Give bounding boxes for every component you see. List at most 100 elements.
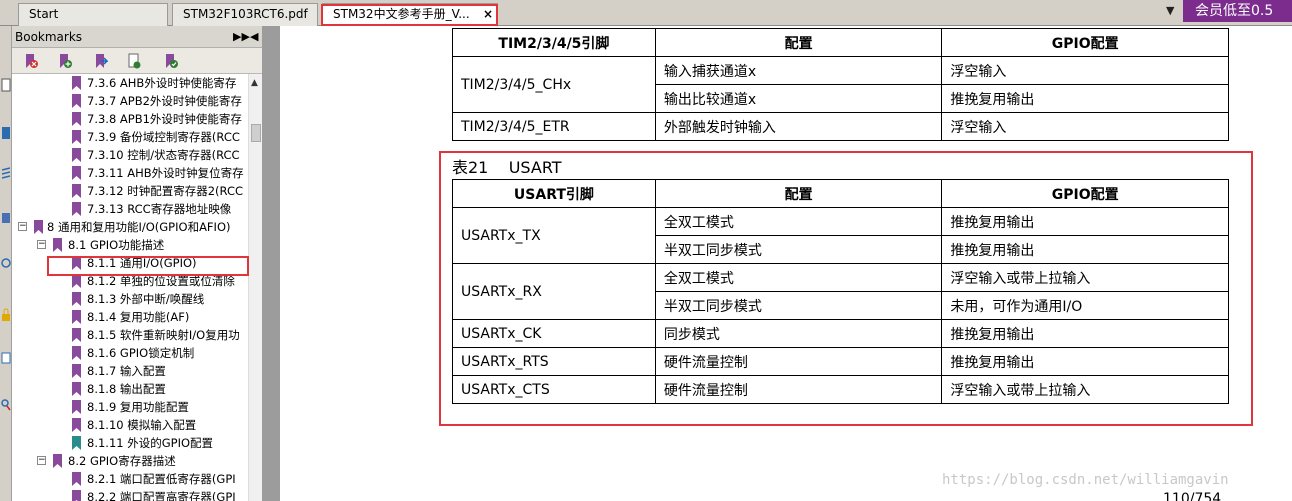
bookmark-icon xyxy=(72,292,81,306)
tim-config-cell: 输出比较通道x xyxy=(654,84,943,113)
bookmark-item[interactable]: 8.2.2 端口配置高寄存器(GPI xyxy=(12,488,248,501)
bookmark-item[interactable]: 7.3.6 AHB外设时钟使能寄存 xyxy=(12,74,248,92)
bookmark-item[interactable]: 8.1.6 GPIO锁定机制 xyxy=(12,344,248,362)
bookmark-item[interactable]: − 8 通用和复用功能I/O(GPIO和AFIO) xyxy=(12,218,248,236)
bookmark-icon xyxy=(72,310,81,324)
usart-gpio-cell: 浮空输入或带上拉输入 xyxy=(941,263,1229,292)
usart-pin-cell: USARTx_CTS xyxy=(452,375,656,404)
bookmark-label: 8.1.4 复用功能(AF) xyxy=(87,310,190,324)
tim-config-cell: 输入捕获通道x xyxy=(654,56,943,85)
delete-bookmark-icon[interactable] xyxy=(24,53,38,69)
usart-header-config: 配置 xyxy=(654,179,943,208)
attachment-icon[interactable] xyxy=(1,211,11,225)
bookmark-item[interactable]: 8.1.7 输入配置 xyxy=(12,362,248,380)
bookmark-icon xyxy=(72,184,81,198)
pane-options-icon[interactable]: ▶▶ xyxy=(233,26,250,48)
usart-config-cell: 全双工模式 xyxy=(654,207,943,236)
bookmark-item[interactable]: 8.1.4 复用功能(AF) xyxy=(12,308,248,326)
bookmark-panel-icon[interactable] xyxy=(1,126,11,140)
usart-row: USARTx_CK 同步模式 推挽复用输出 xyxy=(452,319,1229,348)
bookmark-item[interactable]: 8.2.1 端口配置低寄存器(GPI xyxy=(12,470,248,488)
bookmark-label: 8.1.9 复用功能配置 xyxy=(87,400,189,414)
link-icon[interactable] xyxy=(1,256,11,270)
new-document-icon[interactable] xyxy=(127,53,141,69)
bookmark-icon xyxy=(34,220,43,234)
usart-gpio-cell: 浮空输入或带上拉输入 xyxy=(941,375,1229,404)
bookmark-icon xyxy=(72,202,81,216)
bookmark-label: 7.3.7 APB2外设时钟使能寄存 xyxy=(87,94,242,108)
add-bookmark-icon[interactable] xyxy=(58,53,72,69)
bookmark-icon xyxy=(53,454,62,468)
collapse-pane-icon[interactable]: ◀ xyxy=(250,26,258,48)
pane-gutter xyxy=(262,26,280,501)
usart-pin-cell: USARTx_CK xyxy=(452,319,656,348)
layers-icon[interactable] xyxy=(1,166,11,180)
bookmark-item[interactable]: 8.1.11 外设的GPIO配置 xyxy=(12,434,248,452)
bookmark-icon xyxy=(72,112,81,126)
bookmark-label: 7.3.8 APB1外设时钟使能寄存 xyxy=(87,112,242,126)
bookmark-icon xyxy=(72,436,81,450)
bookmark-item[interactable]: 8.1.9 复用功能配置 xyxy=(12,398,248,416)
bookmark-label: 8.1 GPIO功能描述 xyxy=(68,238,165,252)
usart-row: USARTx_TX 全双工模式 推挽复用输出 xyxy=(452,207,1229,264)
bookmark-label: 8.2.1 端口配置低寄存器(GPI xyxy=(87,472,236,486)
usart-config-cell: 半双工同步模式 xyxy=(654,291,943,320)
bookmark-label: 8.1.8 输出配置 xyxy=(87,382,166,396)
bookmark-icon xyxy=(72,346,81,360)
bookmark-label: 7.3.13 RCC寄存器地址映像 xyxy=(87,202,232,216)
comments-icon[interactable] xyxy=(1,351,11,365)
bookmark-item[interactable]: 7.3.7 APB2外设时钟使能寄存 xyxy=(12,92,248,110)
tab-list-dropdown-icon[interactable]: ▼ xyxy=(1166,4,1174,17)
bookmark-icon xyxy=(72,400,81,414)
add-child-bookmark-icon[interactable] xyxy=(94,53,108,69)
collapse-toggle-icon[interactable]: − xyxy=(37,456,46,465)
bookmark-item[interactable]: − 8.2 GPIO寄存器描述 xyxy=(12,452,248,470)
lock-icon[interactable] xyxy=(1,308,11,322)
bookmark-icon xyxy=(72,274,81,288)
usart-config-cell: 半双工同步模式 xyxy=(654,235,943,264)
bookmark-label: 8.1.6 GPIO锁定机制 xyxy=(87,346,195,360)
bookmark-highlight-box xyxy=(47,256,249,276)
page-icon[interactable] xyxy=(1,78,11,92)
scroll-up-icon[interactable]: ▲ xyxy=(251,78,258,88)
bookmark-icon xyxy=(72,364,81,378)
bookmark-item[interactable]: 8.1.10 模拟输入配置 xyxy=(12,416,248,434)
bookmark-item[interactable]: 7.3.8 APB1外设时钟使能寄存 xyxy=(12,110,248,128)
usart-config-cell: 硬件流量控制 xyxy=(654,375,943,404)
scroll-thumb[interactable] xyxy=(251,124,261,142)
bookmark-icon xyxy=(72,94,81,108)
collapse-toggle-icon[interactable]: − xyxy=(18,222,27,231)
document-view: TIM2/3/4/5引脚 配置 GPIO配置 TIM2/3/4/5_CHx 输入捕… xyxy=(280,26,1292,501)
bookmark-icon xyxy=(72,472,81,486)
promo-banner[interactable]: 会员低至0.5 xyxy=(1183,0,1292,22)
usart-gpio-cell: 推挽复用输出 xyxy=(941,319,1229,348)
usart-config-cell: 硬件流量控制 xyxy=(654,347,943,376)
watermark: https://blog.csdn.net/williamgavin xyxy=(942,472,1229,488)
bookmark-item[interactable]: 7.3.13 RCC寄存器地址映像 xyxy=(12,200,248,218)
bookmark-icon xyxy=(72,418,81,432)
bookmark-icon xyxy=(53,238,62,252)
tim-header-pin: TIM2/3/4/5引脚 xyxy=(452,28,656,57)
bookmark-label: 7.3.11 AHB外设时钟复位寄存 xyxy=(87,166,244,180)
tim-header-gpio: GPIO配置 xyxy=(941,28,1229,57)
check-bookmark-icon[interactable] xyxy=(164,53,178,69)
bookmark-icon xyxy=(72,130,81,144)
bookmark-item[interactable]: − 8.1 GPIO功能描述 xyxy=(12,236,248,254)
usart-pin-cell: USARTx_TX xyxy=(452,207,656,264)
bookmark-item[interactable]: 7.3.11 AHB外设时钟复位寄存 xyxy=(12,164,248,182)
bookmark-label: 8.1.7 输入配置 xyxy=(87,364,166,378)
bookmark-label: 8.1.3 外部中断/唤醒线 xyxy=(87,292,205,306)
bookmark-item[interactable]: 8.1.5 软件重新映射I/O复用功 xyxy=(12,326,248,344)
search-icon[interactable] xyxy=(1,398,11,412)
tim-gpio-cell: 浮空输入 xyxy=(941,112,1229,141)
bookmark-item[interactable]: 7.3.9 备份域控制寄存器(RCC xyxy=(12,128,248,146)
bookmark-item[interactable]: 8.1.3 外部中断/唤醒线 xyxy=(12,290,248,308)
bookmark-item[interactable]: 8.1.8 输出配置 xyxy=(12,380,248,398)
bookmark-item[interactable]: 7.3.12 时钟配置寄存器2(RCC xyxy=(12,182,248,200)
tab-start[interactable]: Start xyxy=(18,3,168,26)
tab-stm32f103rct6[interactable]: STM32F103RCT6.pdf xyxy=(172,3,318,26)
bookmark-item[interactable]: 7.3.10 控制/状态寄存器(RCC xyxy=(12,146,248,164)
bookmark-scrollbar[interactable]: ▲ xyxy=(248,74,262,501)
usart-config-cell: 同步模式 xyxy=(654,319,943,348)
collapse-toggle-icon[interactable]: − xyxy=(37,240,46,249)
